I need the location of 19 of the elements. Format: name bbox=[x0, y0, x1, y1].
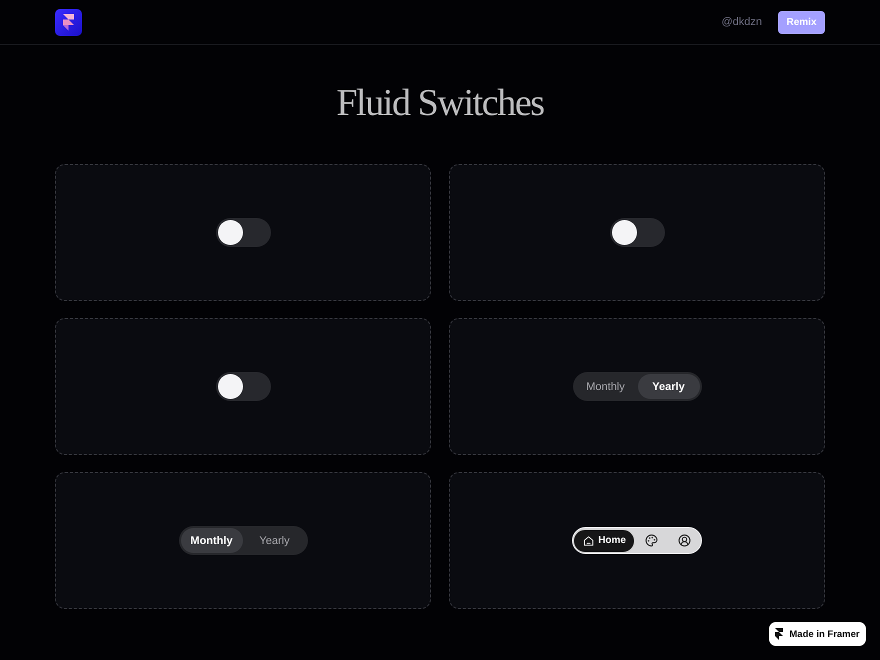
home-icon bbox=[583, 534, 594, 546]
palette-icon bbox=[645, 534, 658, 547]
segment-option[interactable]: Monthly bbox=[180, 528, 242, 553]
switch-knob[interactable] bbox=[218, 220, 242, 245]
nav-tab[interactable]: Home bbox=[573, 528, 635, 552]
page-title: Fluid Switches bbox=[336, 81, 544, 126]
segment-option[interactable]: Yearly bbox=[244, 528, 306, 553]
toggle-switch[interactable] bbox=[610, 218, 664, 247]
author-handle: @dkdzn bbox=[721, 16, 762, 28]
user-icon bbox=[678, 534, 691, 547]
framer-logo-icon bbox=[775, 628, 784, 640]
toggle-switch[interactable] bbox=[216, 372, 270, 401]
switch-knob[interactable] bbox=[612, 220, 636, 245]
switch-knob[interactable] bbox=[218, 374, 242, 399]
segment-option[interactable]: Yearly bbox=[638, 374, 700, 399]
toggle-switch[interactable] bbox=[216, 218, 270, 247]
logo-icon[interactable] bbox=[55, 8, 82, 36]
made-in-framer-badge[interactable]: Made in Framer bbox=[769, 622, 866, 646]
segment-option[interactable]: Monthly bbox=[574, 374, 636, 399]
